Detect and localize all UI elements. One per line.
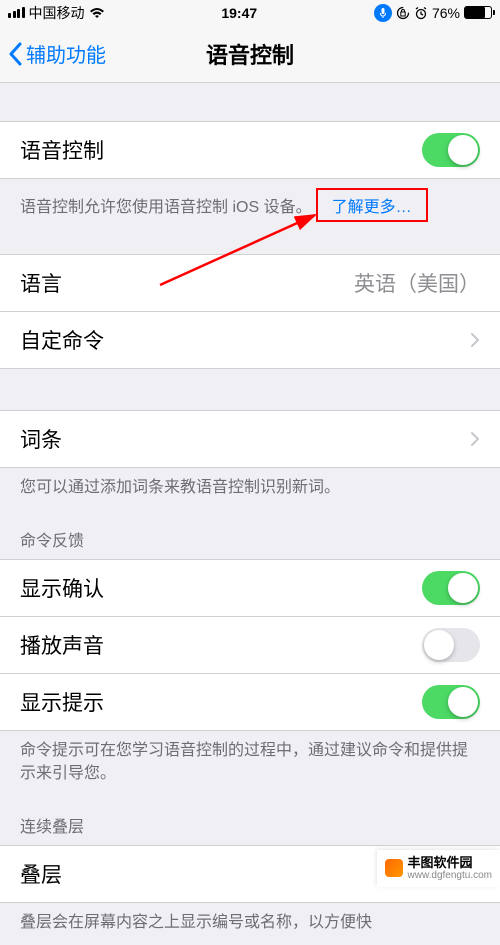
battery-percent: 76% bbox=[432, 5, 460, 21]
chevron-right-icon bbox=[470, 431, 480, 447]
status-time: 19:47 bbox=[221, 5, 257, 21]
mic-icon bbox=[374, 4, 392, 22]
overlay-footer: 叠层会在屏幕内容之上显示编号或名称，以方便快 bbox=[0, 902, 500, 944]
lock-icon bbox=[396, 6, 410, 20]
overlay-label: 叠层 bbox=[20, 859, 62, 889]
chevron-right-icon bbox=[470, 332, 480, 348]
language-row[interactable]: 语言 英语（美国） bbox=[0, 254, 500, 312]
alarm-icon bbox=[414, 6, 428, 20]
watermark-logo-icon bbox=[385, 859, 403, 877]
language-value: 英语（美国） bbox=[354, 268, 480, 298]
overlay-header: 连续叠层 bbox=[0, 795, 500, 845]
watermark-name: 丰图软件园 bbox=[408, 856, 493, 870]
play-sound-label: 播放声音 bbox=[20, 630, 104, 660]
back-label: 辅助功能 bbox=[26, 39, 106, 68]
signal-icon bbox=[8, 7, 25, 18]
show-hints-row: 显示提示 bbox=[0, 673, 500, 731]
show-hints-toggle[interactable] bbox=[422, 685, 480, 719]
vocabulary-row[interactable]: 词条 bbox=[0, 410, 500, 468]
voice-control-row: 语音控制 bbox=[0, 121, 500, 179]
carrier-label: 中国移动 bbox=[29, 3, 85, 23]
feedback-footer: 命令提示可在您学习语音控制的过程中，通过建议命令和提供提示来引导您。 bbox=[0, 730, 500, 795]
vocabulary-footer: 您可以通过添加词条来教语音控制识别新词。 bbox=[0, 467, 500, 509]
back-button[interactable]: 辅助功能 bbox=[0, 39, 106, 68]
show-hints-label: 显示提示 bbox=[20, 687, 104, 717]
status-left: 中国移动 bbox=[8, 3, 105, 23]
watermark: 丰图软件园 www.dgfengtu.com bbox=[377, 850, 500, 887]
battery-icon bbox=[464, 6, 492, 19]
status-right: 76% bbox=[374, 4, 492, 22]
play-sound-row: 播放声音 bbox=[0, 616, 500, 674]
feedback-header: 命令反馈 bbox=[0, 509, 500, 559]
show-confirmation-row: 显示确认 bbox=[0, 559, 500, 617]
status-bar: 中国移动 19:47 76% bbox=[0, 0, 500, 25]
custom-commands-label: 自定命令 bbox=[20, 325, 104, 355]
voice-control-description: 语音控制允许您使用语音控制 iOS 设备。 了解更多… bbox=[0, 178, 500, 232]
chevron-left-icon bbox=[8, 42, 22, 66]
language-label: 语言 bbox=[20, 268, 62, 298]
show-confirmation-label: 显示确认 bbox=[20, 573, 104, 603]
wifi-icon bbox=[89, 7, 105, 19]
watermark-url: www.dgfengtu.com bbox=[408, 870, 493, 881]
page-title: 语音控制 bbox=[206, 38, 294, 70]
nav-bar: 辅助功能 语音控制 bbox=[0, 25, 500, 83]
custom-commands-row[interactable]: 自定命令 bbox=[0, 311, 500, 369]
show-confirmation-toggle[interactable] bbox=[422, 571, 480, 605]
voice-control-toggle[interactable] bbox=[422, 133, 480, 167]
play-sound-toggle[interactable] bbox=[422, 628, 480, 662]
voice-control-label: 语音控制 bbox=[20, 135, 104, 165]
learn-more-link[interactable]: 了解更多… bbox=[316, 188, 428, 222]
vocabulary-label: 词条 bbox=[20, 424, 62, 454]
